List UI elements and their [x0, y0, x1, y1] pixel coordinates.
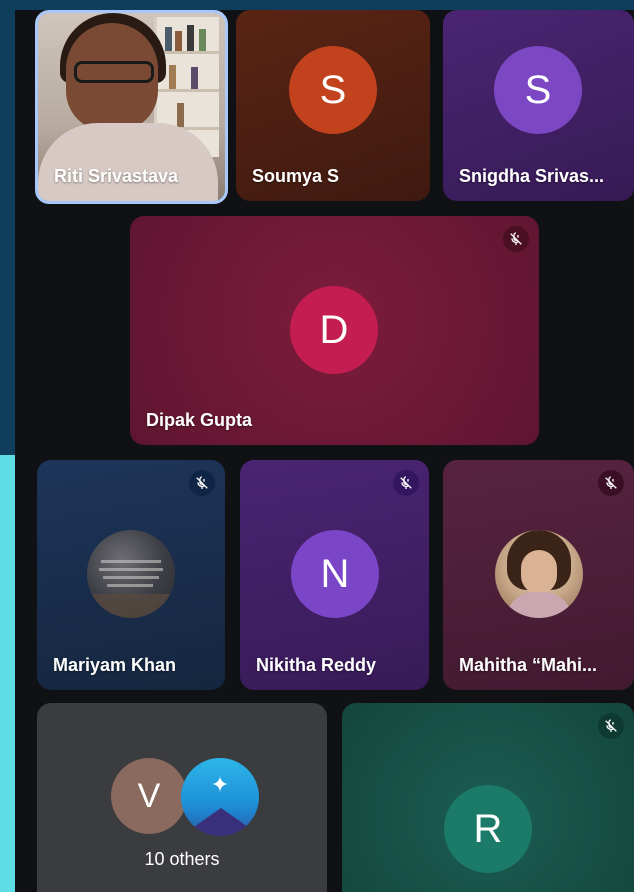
participant-name: Riti Srivastava — [54, 166, 179, 186]
participant-name: Mariyam Khan — [53, 655, 177, 675]
avatar: D — [290, 286, 378, 374]
participant-tile-r[interactable]: R — [342, 703, 634, 892]
mic-off-icon — [503, 226, 529, 252]
video-person-glasses — [74, 61, 154, 83]
meeting-grid: Riti Srivastava S Soumya S S Snigdha Sri… — [15, 10, 634, 892]
avatar: N — [291, 530, 379, 618]
avatar-photo — [495, 530, 583, 618]
avatar: S — [289, 46, 377, 134]
avatar: R — [444, 785, 532, 873]
participant-tile-others[interactable]: V ✦ 10 others — [37, 703, 327, 892]
participant-name: Soumya S — [252, 166, 340, 186]
avatar-photo: ✦ — [181, 758, 259, 836]
mic-off-icon — [598, 713, 624, 739]
participant-tile-soumya[interactable]: S Soumya S — [236, 10, 430, 201]
video-person-body — [38, 123, 218, 201]
participant-tile-mahitha[interactable]: Mahitha “Mahi... — [443, 460, 634, 690]
avatar-photo — [87, 530, 175, 618]
participant-name: Mahitha “Mahi... — [459, 655, 598, 675]
participant-tile-mariyam[interactable]: Mariyam Khan — [37, 460, 225, 690]
mic-off-icon — [598, 470, 624, 496]
mic-off-icon — [189, 470, 215, 496]
mic-off-icon — [393, 470, 419, 496]
background-frame-top — [0, 0, 634, 10]
participant-tile-riti[interactable]: Riti Srivastava — [35, 10, 228, 204]
participant-tile-nikitha[interactable]: N Nikitha Reddy — [240, 460, 429, 690]
avatar: V — [111, 758, 187, 834]
participant-name: Snigdha Srivas... — [459, 166, 605, 186]
avatar: S — [494, 46, 582, 134]
others-count: 10 others — [144, 849, 220, 869]
participant-name: Nikitha Reddy — [256, 655, 377, 675]
participant-name: Dipak Gupta — [146, 410, 253, 430]
participant-tile-dipak[interactable]: D Dipak Gupta — [130, 216, 539, 445]
participant-tile-snigdha[interactable]: S Snigdha Srivas... — [443, 10, 634, 201]
